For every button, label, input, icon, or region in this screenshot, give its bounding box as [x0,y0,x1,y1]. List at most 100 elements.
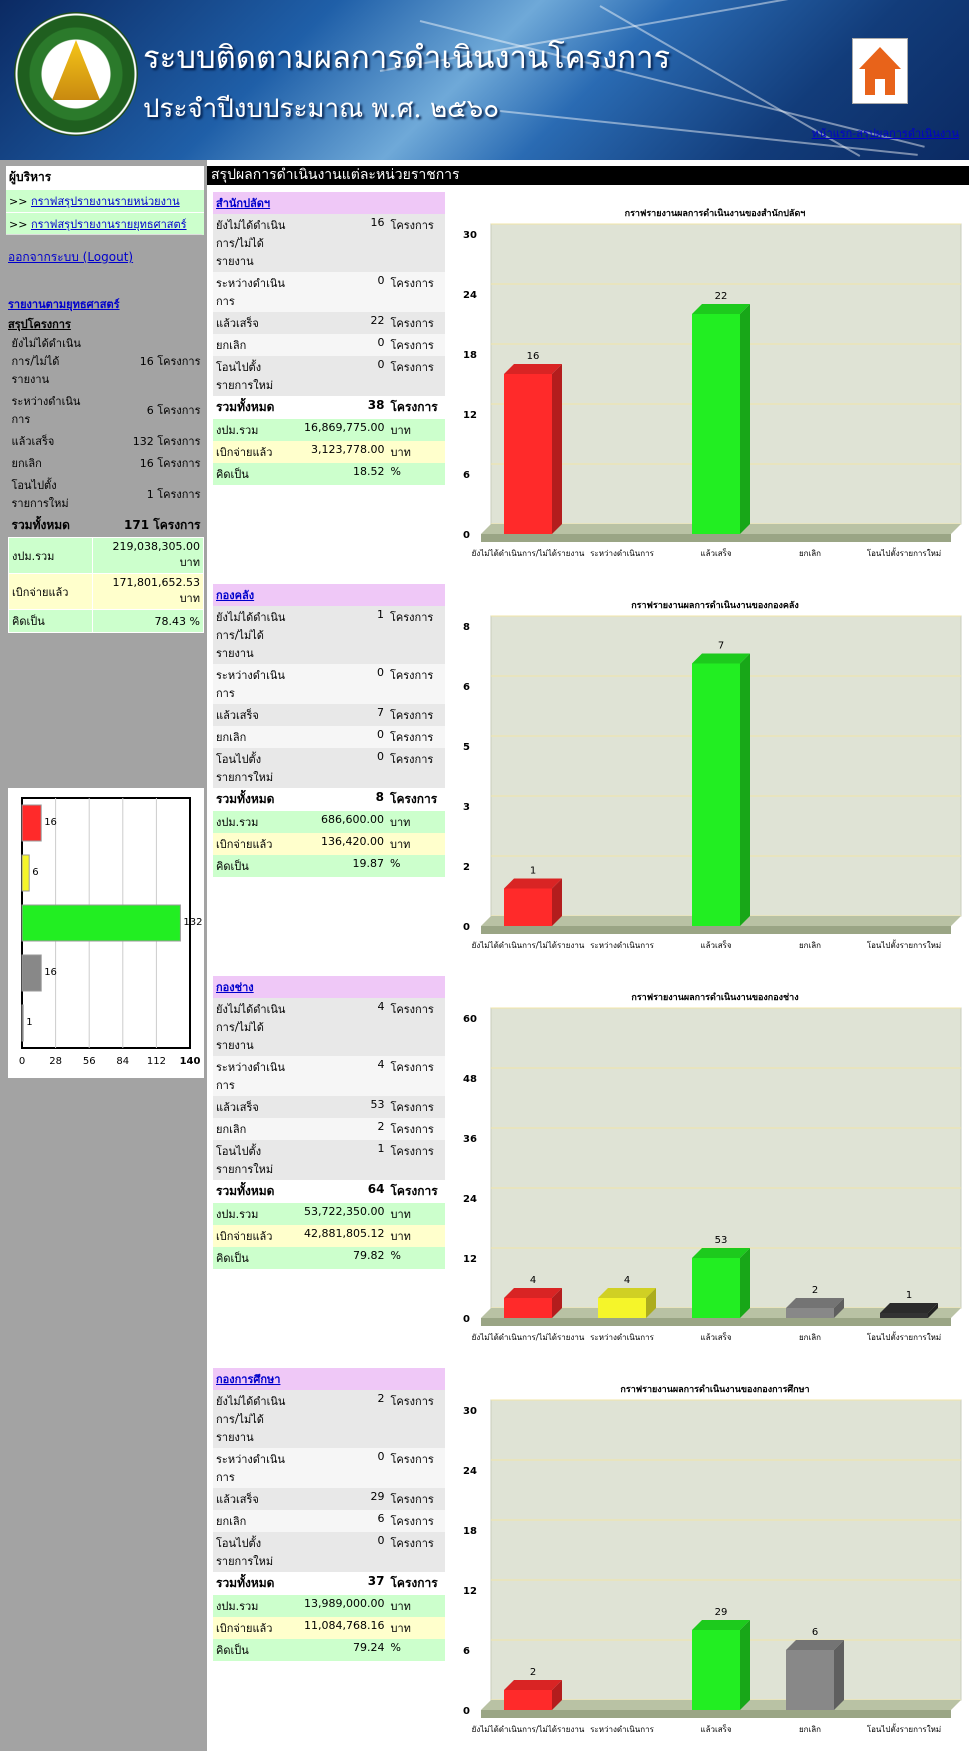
total-row: รวมทั้งหมด 38 โครงการ [213,396,445,419]
pct-value: 19.87 [301,855,387,877]
total-count: 38 [301,396,388,419]
agency-status-table: ยังไม่ได้ดำเนินการ/ไม่ได้รายงาน 2 โครงการร… [213,1390,445,1661]
status-label: ยังไม่ได้ดำเนินการ/ไม่ได้รายงาน [213,998,301,1056]
status-row: ระหว่างดำเนินการ 4 โครงการ [213,1056,445,1096]
agency-link[interactable]: กองการศึกษา [216,1373,280,1386]
bar-top [786,1298,844,1308]
hbar-tick-label: 0 [19,1056,25,1067]
budget-row: งปม.รวม 53,722,350.00 บาท [213,1203,445,1225]
agency-section: กองการศึกษายังไม่ได้ดำเนินการ/ไม่ได้รายง… [213,1368,445,1661]
agency-bar-chart: กราฟรายงานผลการดำเนินงานของกองช่าง 0 12 24 3… [461,982,969,1345]
status-count: 4 [301,1056,388,1096]
bar-top [504,1680,562,1690]
budget-value: 686,600.00 [301,811,387,833]
agency-section: กองคลัง ยังไม่ได้ดำเนินการ/ไม่ได้รายงาน 1 โ… [213,584,445,877]
baht-unit: บาท [387,419,445,441]
status-unit: โครงการ [387,1390,445,1448]
total-count: 37 [301,1572,388,1595]
y-tick-label: 12 [463,410,477,421]
status-label: ระหว่างดำเนินการ [213,1056,301,1096]
summary-value: 16 โครงการ [139,457,201,470]
strategy-report-link[interactable]: รายงานตามยุทธศาสตร์ [8,295,120,313]
status-count: 2 [301,1390,388,1448]
pct-row: คิดเป็น 19.87% [213,855,445,877]
agency-link[interactable]: สำนักปลัดฯ [216,197,270,210]
summary-row: ยังไม่ได้ดำเนินการ/ไม่ได้รายงาน 16 โครงกา… [9,332,204,390]
baht-unit: บาท [387,1595,445,1617]
hbar-bar [21,904,181,942]
status-unit: โครงการ [387,1448,445,1488]
agency-chart-svg: กราฟรายงานผลการดำเนินงานของสำนักปลัดฯ 0 6 1… [463,208,962,558]
status-label: ยกเลิก [213,334,301,356]
status-unit: โครงการ [387,748,445,788]
summary-title: สรุปโครงการ [8,318,71,331]
agency-link[interactable]: กองคลัง [216,589,254,602]
menu-title: ผู้บริหาร [6,166,204,189]
summary-spent-row: เบิกจ่ายแล้ว 171,801,652.53 บาท [8,573,204,610]
status-count: 6 [301,1510,388,1532]
total-unit: โครงการ [387,788,445,811]
y-tick-label: 36 [463,1134,477,1145]
pct-label: คิดเป็น [213,1247,301,1269]
status-row: ยังไม่ได้ดำเนินการ/ไม่ได้รายงาน 16 โครงการ [213,214,445,272]
status-unit: โครงการ [387,1488,445,1510]
home-summary-link[interactable]: หน้าแรก-สรุปผลการดำเนินงาน [812,124,959,142]
agency-section: สำนักปลัดฯยังไม่ได้ดำเนินการ/ไม่ได้รายงา… [213,192,445,485]
menu-item-agency-graph[interactable]: >> กราฟสรุปรายงานรายหน่วยงาน [6,189,204,212]
summary-table: ยังไม่ได้ดำเนินการ/ไม่ได้รายงาน 16 โครงกา… [8,332,204,633]
chart-title: กราฟรายงานผลการดำเนินงานของสำนักปลัดฯ [625,208,806,219]
menu-link-agency-graph[interactable]: กราฟสรุปรายงานรายหน่วยงาน [31,195,180,208]
menu-item-strategy-graph[interactable]: >> กราฟสรุปรายงานรายยุทธศาสตร์ [6,212,204,235]
status-unit: โครงการ [387,214,445,272]
status-label: โอนไปตั้งรายการใหม่ [213,356,301,396]
total-row: รวมทั้งหมด 8 โครงการ [213,788,445,811]
site-title: ระบบติดตามผลการดำเนินงานโครงการ [143,40,671,76]
agency-link[interactable]: กองช่าง [216,981,254,994]
total-row: รวมทั้งหมด 37 โครงการ [213,1572,445,1595]
y-tick-label: 6 [463,682,470,693]
status-row: ยกเลิก 0 โครงการ [213,726,445,748]
x-category-label: แล้วเสร็จ [700,548,731,558]
status-count: 0 [301,664,387,704]
budget-label: งปม.รวม [213,811,301,833]
chart-floor-front [481,1710,951,1718]
menu-link-strategy-graph[interactable]: กราฟสรุปรายงานรายยุทธศาสตร์ [31,218,187,231]
baht-unit: บาท [387,1225,445,1247]
pct-row: คิดเป็น 79.24% [213,1639,445,1661]
agency-title: สำนักปลัดฯ [213,192,445,214]
hbar-tick-label: 84 [116,1056,129,1067]
chart-floor-front [481,926,951,934]
y-tick-label: 6 [463,1646,470,1657]
home-icon[interactable] [852,38,908,104]
bar-value-label: 2 [530,1667,536,1678]
status-unit: โครงการ [387,664,445,704]
status-unit: โครงการ [387,1532,445,1572]
status-label: ยกเลิก [213,726,301,748]
status-count: 29 [301,1488,388,1510]
status-row: แล้วเสร็จ 29 โครงการ [213,1488,445,1510]
y-tick-label: 12 [463,1254,477,1265]
status-count: 0 [301,1532,388,1572]
summary-total-label: รวมทั้งหมด [11,518,70,532]
total-label: รวมทั้งหมด [213,788,301,811]
status-count: 0 [301,1448,388,1488]
budget-row: งปม.รวม 686,600.00 บาท [213,811,445,833]
summary-value: 132 โครงการ [132,435,201,448]
summary-budget-label: งปม.รวม [8,537,93,574]
logout-link[interactable]: ออกจากระบบ (Logout) [8,248,133,267]
summary-spent-label: เบิกจ่ายแล้ว [8,573,93,610]
spent-label: เบิกจ่ายแล้ว [213,1617,301,1639]
spent-row: เบิกจ่ายแล้ว 42,881,805.12 บาท [213,1225,445,1247]
status-unit: โครงการ [387,998,445,1056]
y-tick-label: 0 [463,922,470,933]
total-label: รวมทั้งหมด [213,1572,301,1595]
sidebar-summary-chart: 0 28 56 84 112 140 16 6 132 16 1 [8,788,204,1078]
baht-unit: บาท [387,811,445,833]
y-tick-label: 2 [463,862,470,873]
summary-budget-row: งปม.รวม 219,038,305.00 บาท [8,537,204,574]
summary-pct-label: คิดเป็น [8,609,93,633]
summary-label: ยังไม่ได้ดำเนินการ/ไม่ได้รายงาน [11,337,81,386]
bar-value-label: 1 [530,866,536,877]
sidebar-bar-chart-svg: 0 28 56 84 112 140 16 6 132 16 1 [19,797,202,1067]
y-tick-label: 24 [463,1466,477,1477]
